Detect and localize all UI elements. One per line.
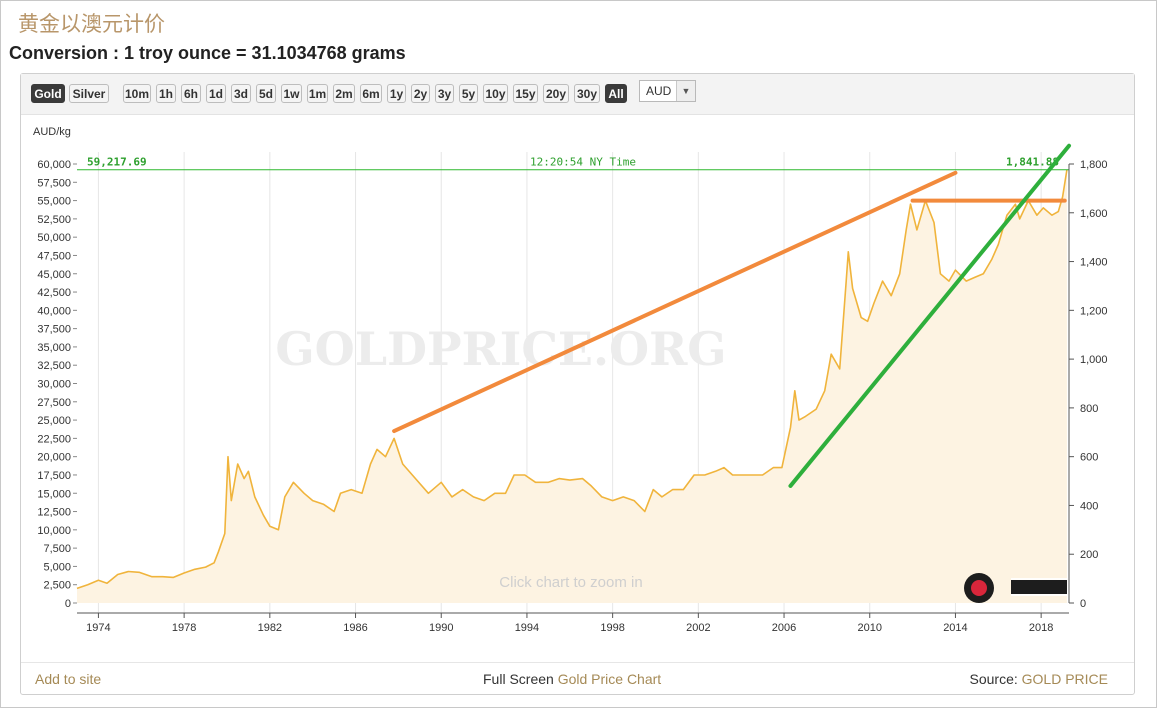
right-tick-label: 1,000 bbox=[1080, 354, 1108, 366]
left-tick-label: 50,000 bbox=[37, 232, 71, 244]
left-tick-label: 55,000 bbox=[37, 196, 71, 208]
right-tick-label: 1,800 bbox=[1080, 159, 1108, 171]
left-tick-label: 57,500 bbox=[37, 177, 71, 189]
left-tick-label: 47,500 bbox=[37, 250, 71, 262]
page-title: 黄金以澳元计价 bbox=[18, 12, 165, 36]
left-tick-label: 17,500 bbox=[37, 470, 71, 482]
current-price-left-label: 59,217.69 bbox=[87, 156, 147, 169]
left-tick-label: 52,500 bbox=[37, 214, 71, 226]
gold-price-chart[interactable]: AUD/kgGOLDPRICE.ORG59,217.69 1,841.8812:2… bbox=[21, 74, 1134, 662]
left-tick-label: 0 bbox=[65, 598, 71, 610]
y-unit-label: AUD/kg bbox=[33, 126, 71, 138]
x-tick-label: 1978 bbox=[172, 622, 196, 634]
left-tick-label: 15,000 bbox=[37, 488, 71, 500]
left-tick-label: 10,000 bbox=[37, 525, 71, 537]
left-tick-label: 20,000 bbox=[37, 452, 71, 464]
left-tick-label: 35,000 bbox=[37, 342, 71, 354]
source-prefix: Source: bbox=[969, 671, 1018, 687]
conversion-note: Conversion : 1 troy ounce = 31.1034768 g… bbox=[9, 43, 406, 63]
x-tick-label: 1982 bbox=[258, 622, 282, 634]
watermark-text: GOLDPRICE.ORG bbox=[275, 322, 726, 376]
source-text: Source: GOLD PRICE bbox=[970, 671, 1109, 687]
right-tick-label: 800 bbox=[1080, 403, 1098, 415]
right-tick-label: 400 bbox=[1080, 500, 1098, 512]
x-tick-label: 2006 bbox=[772, 622, 796, 634]
right-tick-label: 200 bbox=[1080, 549, 1098, 561]
x-tick-label: 1986 bbox=[343, 622, 367, 634]
source-link[interactable]: GOLD PRICE bbox=[1022, 671, 1108, 687]
left-tick-label: 42,500 bbox=[37, 287, 71, 299]
left-tick-label: 30,000 bbox=[37, 379, 71, 391]
add-to-site-link[interactable]: Add to site bbox=[35, 671, 101, 687]
x-tick-label: 1974 bbox=[86, 622, 110, 634]
left-tick-label: 25,000 bbox=[37, 415, 71, 427]
right-tick-label: 1,200 bbox=[1080, 305, 1108, 317]
right-tick-label: 0 bbox=[1080, 598, 1086, 610]
chart-panel: Gold Silver 10m 1h 6h 1d 3d 5d 1w 1m 2m 6m 1y 2y 3y 5y 1… bbox=[20, 73, 1135, 695]
current-time-label: 12:20:54 NY Time bbox=[530, 156, 636, 169]
left-tick-label: 22,500 bbox=[37, 433, 71, 445]
full-screen-text: Full Screen Gold Price Chart bbox=[483, 671, 661, 687]
right-tick-label: 1,400 bbox=[1080, 257, 1108, 269]
left-tick-label: 2,500 bbox=[43, 580, 71, 592]
right-tick-label: 600 bbox=[1080, 452, 1098, 464]
x-tick-label: 1998 bbox=[600, 622, 624, 634]
left-tick-label: 37,500 bbox=[37, 324, 71, 336]
left-tick-label: 7,500 bbox=[43, 543, 71, 555]
left-tick-label: 32,500 bbox=[37, 360, 71, 372]
left-tick-label: 60,000 bbox=[37, 159, 71, 171]
left-tick-label: 5,000 bbox=[43, 561, 71, 573]
chart-footer: Add to site Full Screen Gold Price Chart… bbox=[21, 662, 1134, 695]
gold-area-fill bbox=[77, 169, 1067, 603]
x-tick-label: 1994 bbox=[515, 622, 539, 634]
full-screen-prefix: Full Screen bbox=[483, 671, 554, 687]
x-tick-label: 2014 bbox=[943, 622, 967, 634]
x-tick-label: 2010 bbox=[858, 622, 882, 634]
left-tick-label: 40,000 bbox=[37, 305, 71, 317]
left-tick-label: 45,000 bbox=[37, 269, 71, 281]
x-tick-label: 1990 bbox=[429, 622, 453, 634]
left-tick-label: 27,500 bbox=[37, 397, 71, 409]
x-tick-label: 2002 bbox=[686, 622, 710, 634]
right-tick-label: 1,600 bbox=[1080, 208, 1108, 220]
zoom-hint: Click chart to zoom in bbox=[499, 574, 642, 591]
x-tick-label: 2018 bbox=[1029, 622, 1053, 634]
left-tick-label: 12,500 bbox=[37, 507, 71, 519]
gold-price-chart-link[interactable]: Gold Price Chart bbox=[558, 671, 661, 687]
